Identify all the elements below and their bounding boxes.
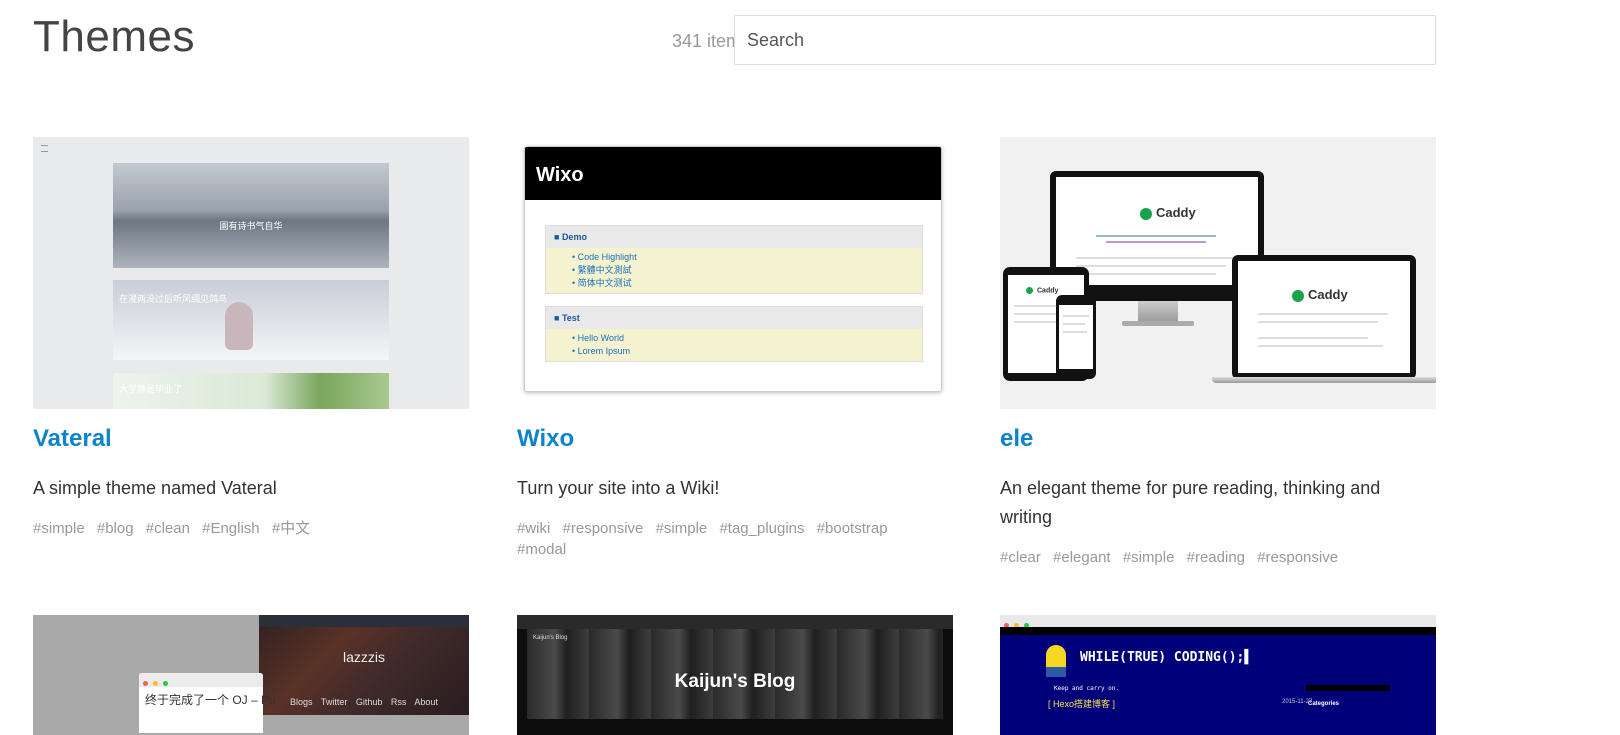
- folder-icon: ■: [554, 232, 562, 242]
- theme-thumbnail-wixo[interactable]: Wixo ■ Demo • Code Highlight • 繁體中文測試 • …: [517, 137, 953, 409]
- tag-link[interactable]: #bootstrap: [817, 518, 888, 539]
- preview-brand: Caddy: [1156, 205, 1196, 220]
- theme-title-link[interactable]: Vateral: [33, 425, 112, 453]
- theme-description: A simple theme named Vateral: [33, 478, 277, 498]
- theme-title-link[interactable]: ele: [1000, 425, 1033, 453]
- theme-thumbnail-ele[interactable]: Caddy Caddy Caddy: [1000, 137, 1436, 409]
- preview-section-title: Test: [561, 313, 580, 323]
- preview-window: lazzzis Blogs Twitter Github Rss About: [259, 615, 469, 715]
- preview-brand: Caddy: [1308, 287, 1348, 302]
- tag-link[interactable]: #responsive: [1257, 547, 1338, 568]
- preview-section: ■ Test • Hello World • Lorem Ipsum: [545, 306, 923, 362]
- preview-window: 终于完成了一个 OJ – Pu: [139, 673, 276, 733]
- preview-search-box: [1306, 685, 1390, 691]
- theme-card-wixo: Wixo ■ Demo • Code Highlight • 繁體中文測試 • …: [517, 137, 953, 558]
- tag-link[interactable]: #modal: [517, 539, 566, 560]
- preview-nav: Blogs Twitter Github Rss About: [290, 697, 438, 707]
- laptop-device: Caddy: [1212, 255, 1436, 383]
- page-title: Themes: [33, 12, 195, 61]
- preview-figure: [225, 302, 253, 350]
- theme-title-link[interactable]: Wixo: [517, 425, 574, 453]
- tag-link[interactable]: #responsive: [563, 518, 644, 539]
- tag-list: #wiki #responsive #simple #tag_plugins #…: [517, 518, 937, 560]
- preview-section-title: Demo: [561, 232, 587, 242]
- theme-thumbnail-kaijun[interactable]: Kaijun's Blog Kaijun's Blog: [517, 615, 953, 735]
- tag-link[interactable]: #tag_plugins: [719, 518, 804, 539]
- phone-device: [1056, 295, 1096, 379]
- tag-link[interactable]: #clear: [1000, 547, 1041, 568]
- tag-link[interactable]: #simple: [1123, 547, 1175, 568]
- preview-text: 在漫两没过后听风绸见鸽鸟: [119, 294, 228, 304]
- preview-panel: 園有诗书气自华: [113, 163, 389, 268]
- preview-list-item: • Code Highlight: [572, 252, 637, 262]
- preview-post-title: 终于完成了一个 OJ – Pu: [145, 693, 276, 707]
- preview-site-title: Kaijun's Blog: [674, 671, 796, 692]
- theme-description: An elegant theme for pure reading, think…: [1000, 478, 1381, 527]
- preview-list-item: • 繁體中文測試: [572, 265, 632, 275]
- tag-link[interactable]: #simple: [33, 518, 85, 539]
- minion-icon: [1046, 645, 1066, 677]
- theme-description: Turn your site into a Wiki!: [517, 478, 720, 498]
- preview-text: 大学算是毕业了: [119, 384, 183, 394]
- preview-section: ■ Demo • Code Highlight • 繁體中文測試 • 简体中文测…: [545, 225, 923, 294]
- preview-list-item: • Hello World: [572, 333, 625, 343]
- tag-link[interactable]: #simple: [656, 518, 708, 539]
- preview-list-item: • Lorem Ipsum: [572, 346, 631, 356]
- theme-card-ele: Caddy Caddy Caddy ele An elegant theme f…: [1000, 137, 1436, 566]
- preview-categories: Categories: [1308, 701, 1340, 707]
- preview-menu: [1000, 627, 1436, 635]
- preview-text: 園有诗书气自华: [219, 220, 283, 231]
- preview-panel: 大学算是毕业了: [113, 373, 389, 409]
- preview-site-name: lazzzis: [342, 649, 385, 665]
- tag-link[interactable]: #wiki: [517, 518, 550, 539]
- search-input[interactable]: [734, 15, 1436, 65]
- preview-site-title: Wixo: [525, 147, 941, 200]
- tag-link[interactable]: #clean: [146, 518, 190, 539]
- theme-thumbnail-lazzzis[interactable]: lazzzis Blogs Twitter Github Rss About 终…: [33, 615, 469, 735]
- preview-heading: WHILE(TRUE) CODING();▌: [1080, 650, 1253, 665]
- preview-window: Wixo ■ Demo • Code Highlight • 繁體中文測試 • …: [524, 146, 942, 392]
- preview-small-title: Kaijun's Blog: [533, 635, 568, 641]
- tag-link[interactable]: #reading: [1187, 547, 1245, 568]
- preview-panel: 在漫两没过后听风绸见鸽鸟: [113, 280, 389, 360]
- preview-post-title: [ Hexo搭建博客 ]: [1048, 699, 1116, 709]
- folder-icon: ■: [554, 313, 562, 323]
- tag-link[interactable]: #中文: [272, 518, 310, 539]
- theme-thumbnail-vateral[interactable]: 園有诗书气自华 在漫两没过后听风绸见鸽鸟 大学算是毕业了: [33, 137, 469, 409]
- menu-icon: [41, 145, 48, 152]
- preview-tagline: Keep and carry on.: [1054, 685, 1120, 692]
- theme-thumbnail-coding[interactable]: WHILE(TRUE) CODING();▌ Keep and carry on…: [1000, 615, 1436, 735]
- tag-link[interactable]: #elegant: [1053, 547, 1111, 568]
- tag-list: #simple #blog #clean #English #中文: [33, 518, 453, 539]
- tag-link[interactable]: #English: [202, 518, 260, 539]
- theme-card-vateral: 園有诗书气自华 在漫两没过后听风绸见鸽鸟 大学算是毕业了 Vateral A s…: [33, 137, 469, 537]
- preview-brand: Caddy: [1037, 287, 1059, 295]
- tag-list: #clear #elegant #simple #reading #respon…: [1000, 547, 1420, 568]
- tag-link[interactable]: #blog: [97, 518, 134, 539]
- preview-list-item: • 简体中文测试: [572, 278, 632, 288]
